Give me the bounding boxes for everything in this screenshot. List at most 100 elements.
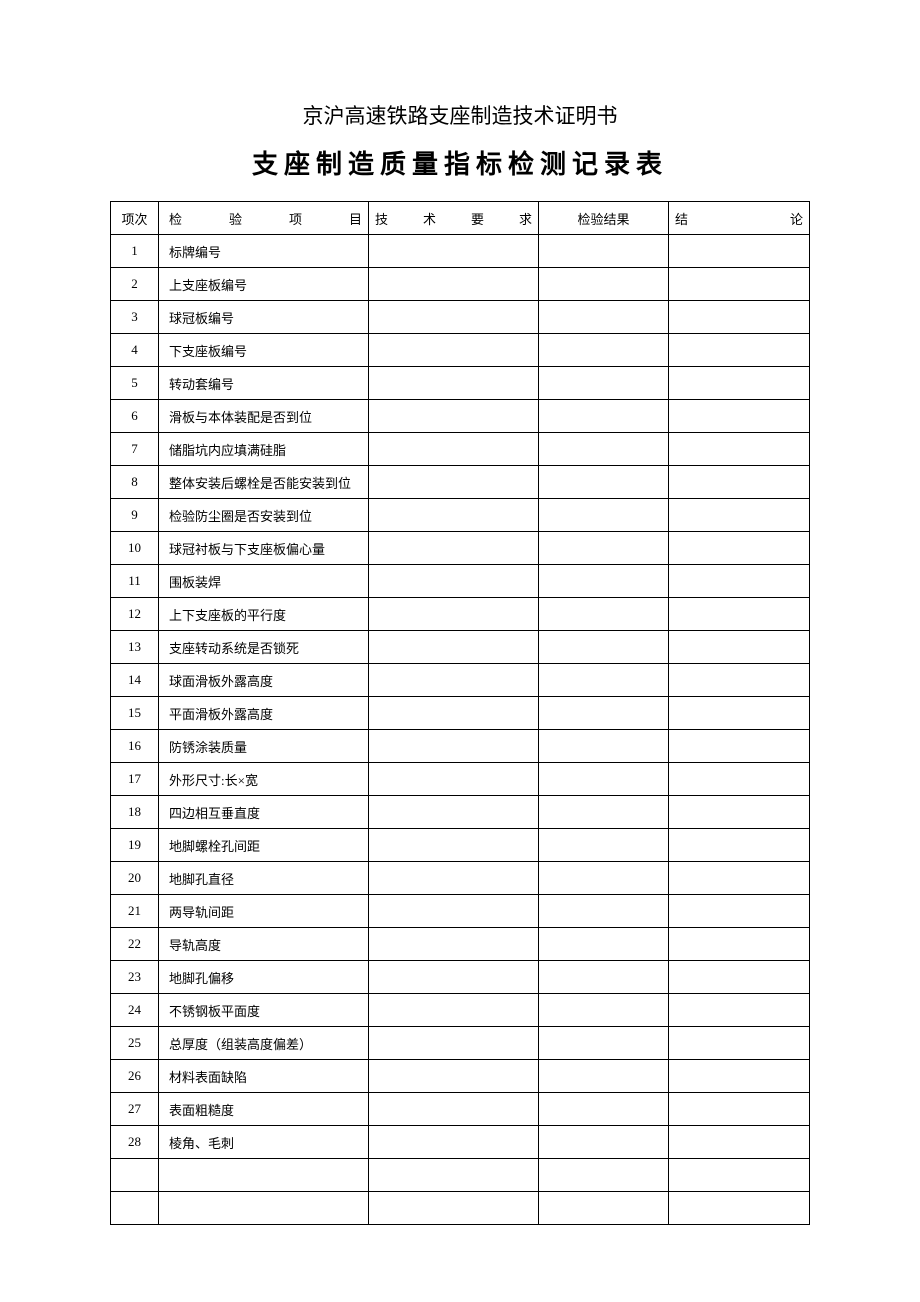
- table-body: 1标牌编号2上支座板编号3球冠板编号4下支座板编号5转动套编号6滑板与本体装配是…: [111, 235, 810, 1225]
- cell-req: [369, 466, 539, 499]
- cell-conclusion: [669, 697, 810, 730]
- cell-idx: 21: [111, 895, 159, 928]
- cell-item: 不锈钢板平面度: [159, 994, 369, 1027]
- cell-result: [539, 466, 669, 499]
- cell-req: [369, 1060, 539, 1093]
- cell-conclusion: [669, 1093, 810, 1126]
- cell-req: [369, 499, 539, 532]
- cell-item: 检验防尘圈是否安装到位: [159, 499, 369, 532]
- cell-result: [539, 796, 669, 829]
- table-row: 2上支座板编号: [111, 268, 810, 301]
- cell-result: [539, 532, 669, 565]
- cell-item: [159, 1192, 369, 1225]
- table-row: 1标牌编号: [111, 235, 810, 268]
- cell-idx: 22: [111, 928, 159, 961]
- cell-idx: 9: [111, 499, 159, 532]
- table-row: 26材料表面缺陷: [111, 1060, 810, 1093]
- cell-req: [369, 367, 539, 400]
- cell-req: [369, 433, 539, 466]
- cell-conclusion: [669, 994, 810, 1027]
- table-row: 22导轨高度: [111, 928, 810, 961]
- cell-conclusion: [669, 268, 810, 301]
- cell-result: [539, 565, 669, 598]
- table-row: 10球冠衬板与下支座板偏心量: [111, 532, 810, 565]
- cell-req: [369, 1159, 539, 1192]
- cell-idx: 26: [111, 1060, 159, 1093]
- cell-result: [539, 763, 669, 796]
- cell-req: [369, 400, 539, 433]
- cell-result: [539, 730, 669, 763]
- cell-result: [539, 1093, 669, 1126]
- cell-req: [369, 565, 539, 598]
- cell-idx: 3: [111, 301, 159, 334]
- table-row: 6滑板与本体装配是否到位: [111, 400, 810, 433]
- table-row: 19地脚螺栓孔间距: [111, 829, 810, 862]
- cell-idx: 5: [111, 367, 159, 400]
- table-row: 4下支座板编号: [111, 334, 810, 367]
- table-row: 13支座转动系统是否锁死: [111, 631, 810, 664]
- cell-idx: 20: [111, 862, 159, 895]
- cell-item: 上支座板编号: [159, 268, 369, 301]
- cell-idx: 14: [111, 664, 159, 697]
- header-item: 检 验 项 目: [159, 202, 369, 235]
- document-title: 支座制造质量指标检测记录表: [110, 144, 810, 181]
- cell-result: [539, 367, 669, 400]
- cell-result: [539, 301, 669, 334]
- cell-conclusion: [669, 532, 810, 565]
- cell-item: 防锈涂装质量: [159, 730, 369, 763]
- header-result: 检验结果: [539, 202, 669, 235]
- cell-result: [539, 598, 669, 631]
- header-conclusion: 结 论: [669, 202, 810, 235]
- cell-req: [369, 961, 539, 994]
- table-row: 18四边相互垂直度: [111, 796, 810, 829]
- cell-result: [539, 334, 669, 367]
- cell-idx: 28: [111, 1126, 159, 1159]
- cell-item: 棱角、毛刺: [159, 1126, 369, 1159]
- cell-result: [539, 400, 669, 433]
- cell-idx: 11: [111, 565, 159, 598]
- cell-idx: 17: [111, 763, 159, 796]
- header-idx: 项次: [111, 202, 159, 235]
- cell-req: [369, 994, 539, 1027]
- table-row: 24不锈钢板平面度: [111, 994, 810, 1027]
- cell-conclusion: [669, 235, 810, 268]
- cell-req: [369, 268, 539, 301]
- cell-result: [539, 895, 669, 928]
- cell-item: 球冠板编号: [159, 301, 369, 334]
- cell-conclusion: [669, 895, 810, 928]
- cell-result: [539, 235, 669, 268]
- cell-item: 球面滑板外露高度: [159, 664, 369, 697]
- cell-conclusion: [669, 565, 810, 598]
- cell-result: [539, 664, 669, 697]
- cell-conclusion: [669, 1027, 810, 1060]
- table-row: 20地脚孔直径: [111, 862, 810, 895]
- cell-result: [539, 268, 669, 301]
- cell-conclusion: [669, 796, 810, 829]
- table-row: 12上下支座板的平行度: [111, 598, 810, 631]
- cell-conclusion: [669, 1060, 810, 1093]
- cell-req: [369, 235, 539, 268]
- cell-req: [369, 598, 539, 631]
- cell-req: [369, 631, 539, 664]
- cell-req: [369, 928, 539, 961]
- cell-result: [539, 1159, 669, 1192]
- table-row: 17外形尺寸:长×宽: [111, 763, 810, 796]
- cell-req: [369, 301, 539, 334]
- cell-conclusion: [669, 664, 810, 697]
- cell-item: 球冠衬板与下支座板偏心量: [159, 532, 369, 565]
- cell-conclusion: [669, 862, 810, 895]
- header-req: 技 术 要 求: [369, 202, 539, 235]
- cell-conclusion: [669, 829, 810, 862]
- cell-idx: 15: [111, 697, 159, 730]
- cell-idx: 19: [111, 829, 159, 862]
- cell-result: [539, 829, 669, 862]
- cell-req: [369, 1093, 539, 1126]
- cell-item: 地脚孔直径: [159, 862, 369, 895]
- cell-item: 下支座板编号: [159, 334, 369, 367]
- cell-req: [369, 829, 539, 862]
- cell-result: [539, 1060, 669, 1093]
- cell-req: [369, 664, 539, 697]
- cell-conclusion: [669, 1126, 810, 1159]
- cell-req: [369, 1192, 539, 1225]
- cell-result: [539, 862, 669, 895]
